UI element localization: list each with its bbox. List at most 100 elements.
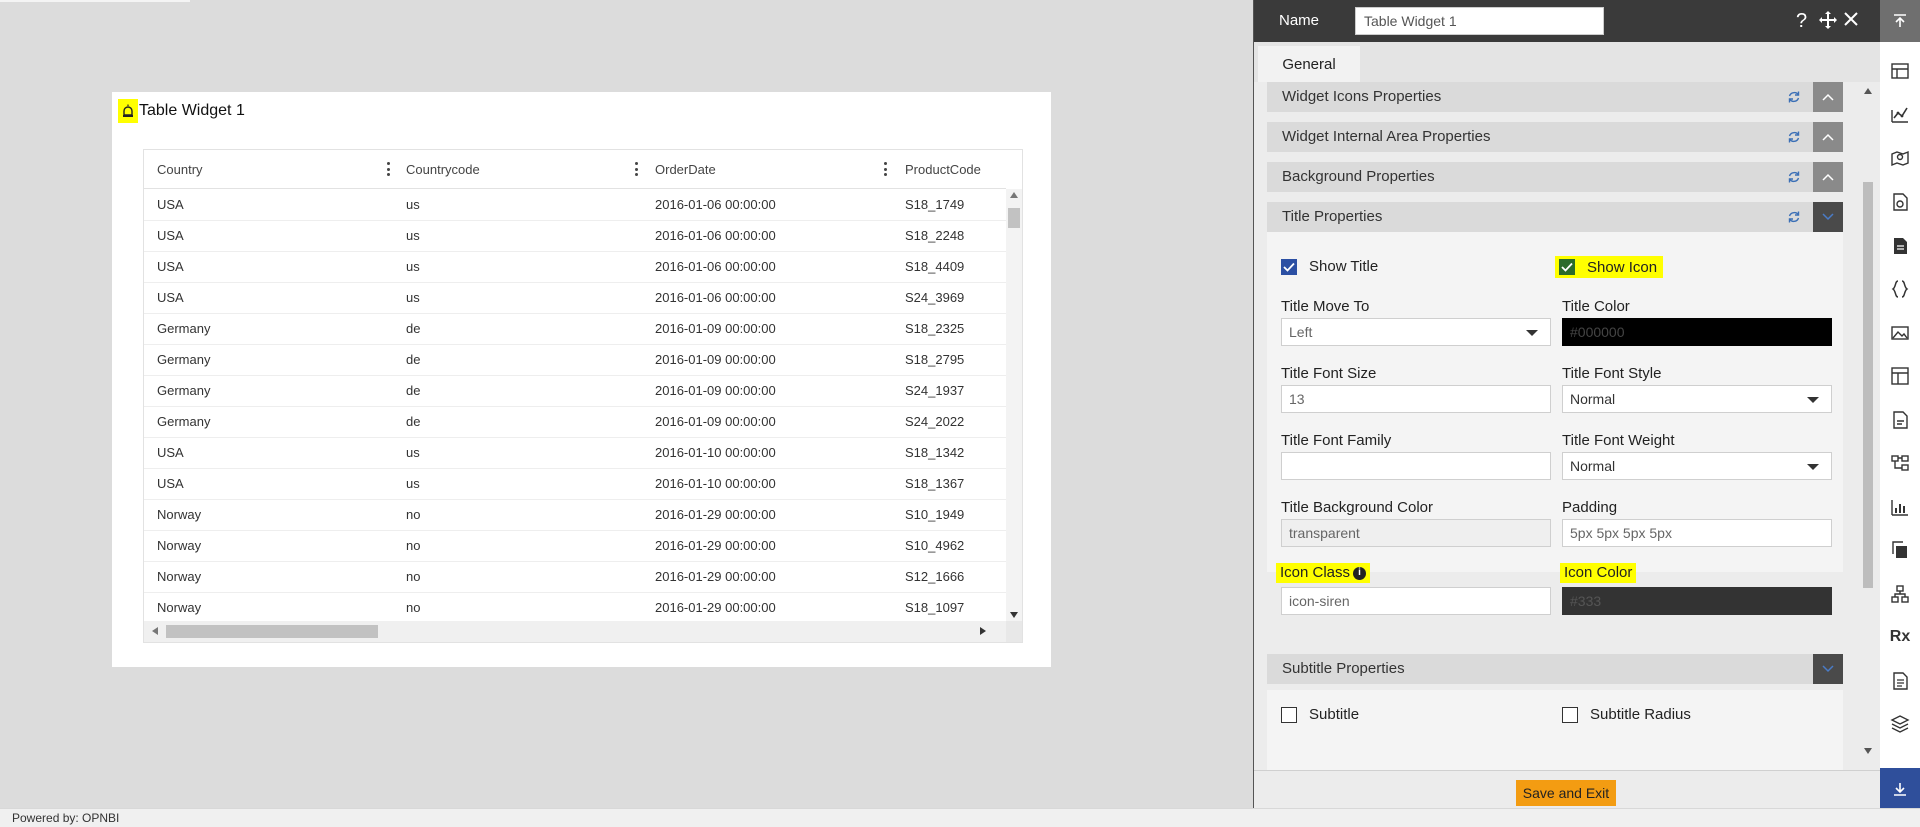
scroll-thumb[interactable] [1863, 182, 1873, 588]
table-cell: Norway [157, 600, 202, 615]
column-header-country[interactable]: Country [157, 150, 390, 188]
collapse-toggle[interactable] [1813, 654, 1843, 684]
column-menu-icon[interactable] [634, 162, 638, 176]
save-and-exit-button[interactable]: Save and Exit [1516, 780, 1616, 806]
section-subtitle-properties[interactable]: Subtitle Properties [1267, 654, 1843, 684]
download-icon[interactable] [1880, 768, 1920, 810]
padding-input[interactable]: 5px 5px 5px 5px [1562, 519, 1832, 547]
pdf-icon[interactable] [1890, 410, 1910, 430]
title-font-style-select[interactable]: Normal [1562, 385, 1832, 413]
title-font-size-input[interactable]: 13 [1281, 385, 1551, 413]
table-cell: USA [157, 476, 184, 491]
show-icon-checkbox[interactable]: Show Icon [1555, 256, 1664, 278]
document-icon[interactable] [1890, 236, 1910, 256]
subtitle-checkbox[interactable]: Subtitle [1281, 706, 1359, 723]
table-row[interactable]: Norway no 2016-01-29 00:00:00 S12_1666 [144, 561, 1006, 593]
scroll-top-icon[interactable] [1880, 0, 1920, 42]
image-icon[interactable] [1890, 323, 1910, 343]
scroll-right-arrow-icon[interactable] [980, 627, 986, 635]
table-row[interactable]: Germany de 2016-01-09 00:00:00 S24_2022 [144, 406, 1006, 438]
bar-chart-icon[interactable] [1890, 497, 1910, 517]
table-row[interactable]: USA us 2016-01-06 00:00:00 S18_1749 [144, 189, 1006, 221]
close-icon[interactable] [1842, 10, 1860, 33]
column-menu-icon[interactable] [386, 162, 390, 176]
table-horizontal-scrollbar[interactable] [144, 621, 1006, 642]
scroll-thumb[interactable] [1008, 208, 1020, 228]
checkbox-checked-icon[interactable] [1559, 259, 1575, 275]
layout-icon[interactable] [1890, 366, 1910, 386]
scroll-left-arrow-icon[interactable] [152, 627, 158, 635]
file-icon[interactable] [1890, 671, 1910, 691]
copy-icon[interactable] [1890, 540, 1910, 560]
checkbox-label: Subtitle [1309, 706, 1360, 723]
layers-icon[interactable] [1890, 714, 1910, 734]
table-row[interactable]: Norway no 2016-01-29 00:00:00 S18_1097 [144, 592, 1006, 621]
table-row[interactable]: USA us 2016-01-06 00:00:00 S18_4409 [144, 251, 1006, 283]
table-cell: USA [157, 197, 184, 212]
scroll-up-arrow-icon[interactable] [1010, 192, 1018, 198]
checkbox-unchecked-icon[interactable] [1281, 706, 1297, 723]
scrollbar-corner [1006, 621, 1022, 642]
map-icon[interactable] [1890, 148, 1910, 168]
line-chart-icon[interactable] [1890, 104, 1910, 124]
table-row[interactable]: Germany de 2016-01-09 00:00:00 S18_2795 [144, 344, 1006, 376]
subtitle-properties-body: Subtitle Subtitle Radius [1267, 690, 1843, 770]
icon-color-input[interactable]: #333 [1562, 587, 1832, 615]
table-row[interactable]: Norway no 2016-01-29 00:00:00 S10_4962 [144, 530, 1006, 562]
scroll-down-arrow-icon[interactable] [1010, 612, 1018, 618]
title-color-input[interactable]: #000000 [1562, 318, 1832, 346]
section-widget-icons[interactable]: Widget Icons Properties [1267, 82, 1843, 112]
table-row[interactable]: USA us 2016-01-06 00:00:00 S18_2248 [144, 220, 1006, 252]
table-cell: S10_1949 [905, 507, 965, 522]
collapse-toggle[interactable] [1813, 202, 1843, 232]
table-icon[interactable] [1890, 61, 1910, 81]
table-cell: 2016-01-09 00:00:00 [655, 414, 776, 429]
move-icon[interactable] [1818, 10, 1838, 35]
refresh-icon[interactable] [1787, 170, 1801, 184]
subtitle-radius-checkbox[interactable]: Subtitle Radius [1562, 706, 1691, 723]
refresh-icon[interactable] [1787, 210, 1801, 224]
column-header-orderdate[interactable]: OrderDate [655, 150, 887, 188]
checkbox-checked-icon[interactable] [1281, 258, 1297, 275]
scroll-thumb[interactable] [166, 625, 378, 638]
scroll-down-arrow-icon[interactable] [1864, 748, 1872, 754]
widget-name-input[interactable] [1355, 7, 1604, 35]
scroll-up-arrow-icon[interactable] [1864, 88, 1872, 94]
collapse-toggle[interactable] [1813, 82, 1843, 112]
collapse-toggle[interactable] [1813, 162, 1843, 192]
table-row[interactable]: USA us 2016-01-06 00:00:00 S24_3969 [144, 282, 1006, 314]
tab-general[interactable]: General [1258, 46, 1360, 82]
table-row[interactable]: Germany de 2016-01-09 00:00:00 S18_2325 [144, 313, 1006, 345]
section-background[interactable]: Background Properties [1267, 162, 1843, 192]
column-header-productcode[interactable]: ProductCode [905, 150, 1005, 188]
icon-class-input[interactable]: icon-siren [1281, 587, 1551, 615]
tree-icon[interactable] [1890, 453, 1910, 473]
title-font-weight-select[interactable]: Normal [1562, 452, 1832, 480]
chevron-up-icon [1822, 173, 1834, 181]
title-move-to-select[interactable]: Left [1281, 318, 1551, 346]
code-braces-icon[interactable] [1890, 279, 1910, 299]
section-widget-internal-area[interactable]: Widget Internal Area Properties [1267, 122, 1843, 152]
table-vertical-scrollbar[interactable] [1006, 189, 1022, 621]
rx-icon[interactable]: Rx [1890, 627, 1910, 647]
checkbox-unchecked-icon[interactable] [1562, 706, 1578, 723]
collapse-toggle[interactable] [1813, 122, 1843, 152]
info-icon[interactable]: i [1353, 566, 1367, 580]
report-icon[interactable] [1890, 192, 1910, 212]
column-menu-icon[interactable] [883, 162, 887, 176]
table-row[interactable]: Norway no 2016-01-29 00:00:00 S10_1949 [144, 499, 1006, 531]
table-widget[interactable]: Table Widget 1 Country Countrycode Order… [112, 92, 1051, 667]
table-row[interactable]: Germany de 2016-01-09 00:00:00 S24_1937 [144, 375, 1006, 407]
refresh-icon[interactable] [1787, 130, 1801, 144]
help-icon[interactable]: ? [1796, 10, 1807, 32]
section-title-properties[interactable]: Title Properties [1267, 202, 1843, 232]
refresh-icon[interactable] [1787, 90, 1801, 104]
title-font-family-input[interactable] [1281, 452, 1551, 480]
show-title-checkbox[interactable]: Show Title [1281, 258, 1378, 275]
hierarchy-icon[interactable] [1890, 584, 1910, 604]
table-row[interactable]: USA us 2016-01-10 00:00:00 S18_1342 [144, 437, 1006, 469]
table-row[interactable]: USA us 2016-01-10 00:00:00 S18_1367 [144, 468, 1006, 500]
panel-scrollbar[interactable] [1859, 82, 1876, 762]
title-background-color-input[interactable]: transparent [1281, 519, 1551, 547]
column-header-countrycode[interactable]: Countrycode [406, 150, 638, 188]
